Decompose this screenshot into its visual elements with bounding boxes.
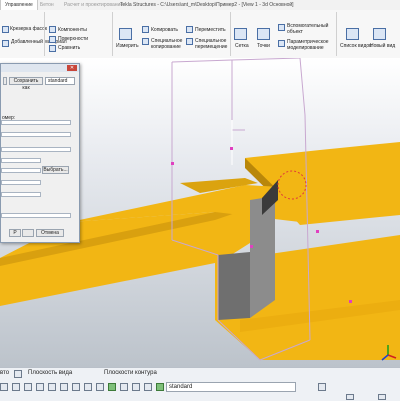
add-material-icon[interactable] xyxy=(2,40,9,47)
handle-point[interactable] xyxy=(316,230,319,233)
input-field[interactable] xyxy=(1,213,71,218)
save-as-button[interactable]: Сохранить как xyxy=(9,77,43,91)
opening-shadow xyxy=(218,252,250,320)
view-list-button[interactable]: Список видов xyxy=(340,43,372,49)
select-icon[interactable] xyxy=(108,383,116,391)
move-button[interactable]: Переместить xyxy=(195,27,226,33)
input-field[interactable] xyxy=(1,147,71,152)
new-view-button[interactable]: Новый вид xyxy=(370,43,395,49)
settings-icon[interactable] xyxy=(318,383,326,391)
tab-analysis[interactable]: Расчет и проектирование xyxy=(60,0,127,10)
special-move-icon[interactable] xyxy=(186,38,193,45)
components-icon[interactable] xyxy=(49,26,56,33)
snap-icon[interactable] xyxy=(96,383,104,391)
snap-icon[interactable] xyxy=(132,383,140,391)
window-title: Tekla Structures - C:\Users\ant_m\Deskto… xyxy=(120,2,294,8)
status-bar: вто Плоскость вида Плоскости контура sta… xyxy=(0,367,400,401)
input-field[interactable] xyxy=(1,132,71,137)
snap-icon[interactable] xyxy=(0,383,8,391)
tab-management[interactable]: Управление xyxy=(0,0,38,10)
load-button[interactable] xyxy=(3,77,7,85)
components-button[interactable]: Компоненты xyxy=(58,27,87,33)
special-copy-icon[interactable] xyxy=(142,38,149,45)
part-cut-button[interactable]: Крезерка фасок xyxy=(0,26,47,32)
handle-point[interactable] xyxy=(349,300,352,303)
snap-icon[interactable] xyxy=(144,383,152,391)
input-field[interactable] xyxy=(1,168,41,173)
snap-icon[interactable] xyxy=(12,383,20,391)
move-icon[interactable] xyxy=(186,26,193,33)
measure-button[interactable]: Измерить xyxy=(116,43,139,49)
snap-icon[interactable] xyxy=(36,383,44,391)
snap-icon[interactable] xyxy=(60,383,68,391)
input-field[interactable] xyxy=(1,192,41,197)
snap-icon[interactable] xyxy=(120,383,128,391)
cancel-button[interactable]: Отмена xyxy=(36,229,64,237)
selection-filter-combo[interactable]: standard xyxy=(166,382,296,392)
contour-planes-select[interactable]: Плоскости контура xyxy=(104,370,157,376)
snap-icon[interactable] xyxy=(14,370,22,378)
handle-point[interactable] xyxy=(171,162,174,165)
ribbon-separator xyxy=(112,12,113,56)
tab-concrete[interactable]: Бетон xyxy=(36,0,58,10)
input-field[interactable] xyxy=(1,158,41,163)
new-view-icon[interactable] xyxy=(373,28,386,40)
copy-icon[interactable] xyxy=(142,26,149,33)
snap-icon[interactable] xyxy=(48,383,56,391)
ribbon-separator xyxy=(336,12,337,56)
compare-button[interactable]: Сравнить xyxy=(58,45,80,51)
param-modeling-icon[interactable] xyxy=(278,40,285,47)
properties-dialog: ✕ Сохранить как standard омер: Выбрать..… xyxy=(0,63,80,243)
grid-button[interactable]: Сетка xyxy=(235,43,249,49)
aux-object-icon[interactable] xyxy=(278,24,285,31)
input-field[interactable] xyxy=(1,180,41,185)
p-button[interactable]: P xyxy=(9,229,21,237)
snap-icon[interactable] xyxy=(378,394,386,400)
ribbon-toolbar: Крезерка фасок Добавленный материал Комп… xyxy=(0,10,400,59)
close-icon[interactable]: ✕ xyxy=(67,65,77,71)
compare-icon[interactable] xyxy=(49,45,56,52)
view-plane-select[interactable]: Плоскость вида xyxy=(28,370,72,376)
snap-icon[interactable] xyxy=(84,383,92,391)
points-button[interactable]: Точки xyxy=(257,43,270,49)
special-move-button[interactable]: Специальное перемещение xyxy=(195,38,231,50)
preset-combo[interactable]: standard xyxy=(45,77,75,85)
special-copy-button[interactable]: Специальное копирование xyxy=(151,38,187,50)
input-field[interactable] xyxy=(1,120,71,125)
ribbon-separator xyxy=(44,12,45,56)
points-icon[interactable] xyxy=(257,28,270,40)
handle-point[interactable] xyxy=(250,245,253,248)
snap-icon[interactable] xyxy=(72,383,80,391)
aux-object-button[interactable]: Вспомогательный объект xyxy=(287,23,331,35)
surfaces-icon[interactable] xyxy=(49,36,56,43)
surfaces-button[interactable]: Поверхности xyxy=(58,36,88,42)
grid-icon[interactable] xyxy=(234,28,247,40)
param-modeling-button[interactable]: Параметрическое моделирование xyxy=(287,39,335,51)
auto-label: вто xyxy=(0,370,10,376)
check-button[interactable] xyxy=(22,229,34,237)
ribbon-separator xyxy=(230,12,231,56)
view-list-icon[interactable] xyxy=(346,28,359,40)
handle-point[interactable] xyxy=(230,147,233,150)
select-icon[interactable] xyxy=(156,383,164,391)
snap-icon[interactable] xyxy=(24,383,32,391)
select-button[interactable]: Выбрать... xyxy=(42,166,69,174)
measure-icon[interactable] xyxy=(119,28,132,40)
copy-button[interactable]: Копировать xyxy=(151,27,178,33)
snap-icon[interactable] xyxy=(346,394,354,400)
